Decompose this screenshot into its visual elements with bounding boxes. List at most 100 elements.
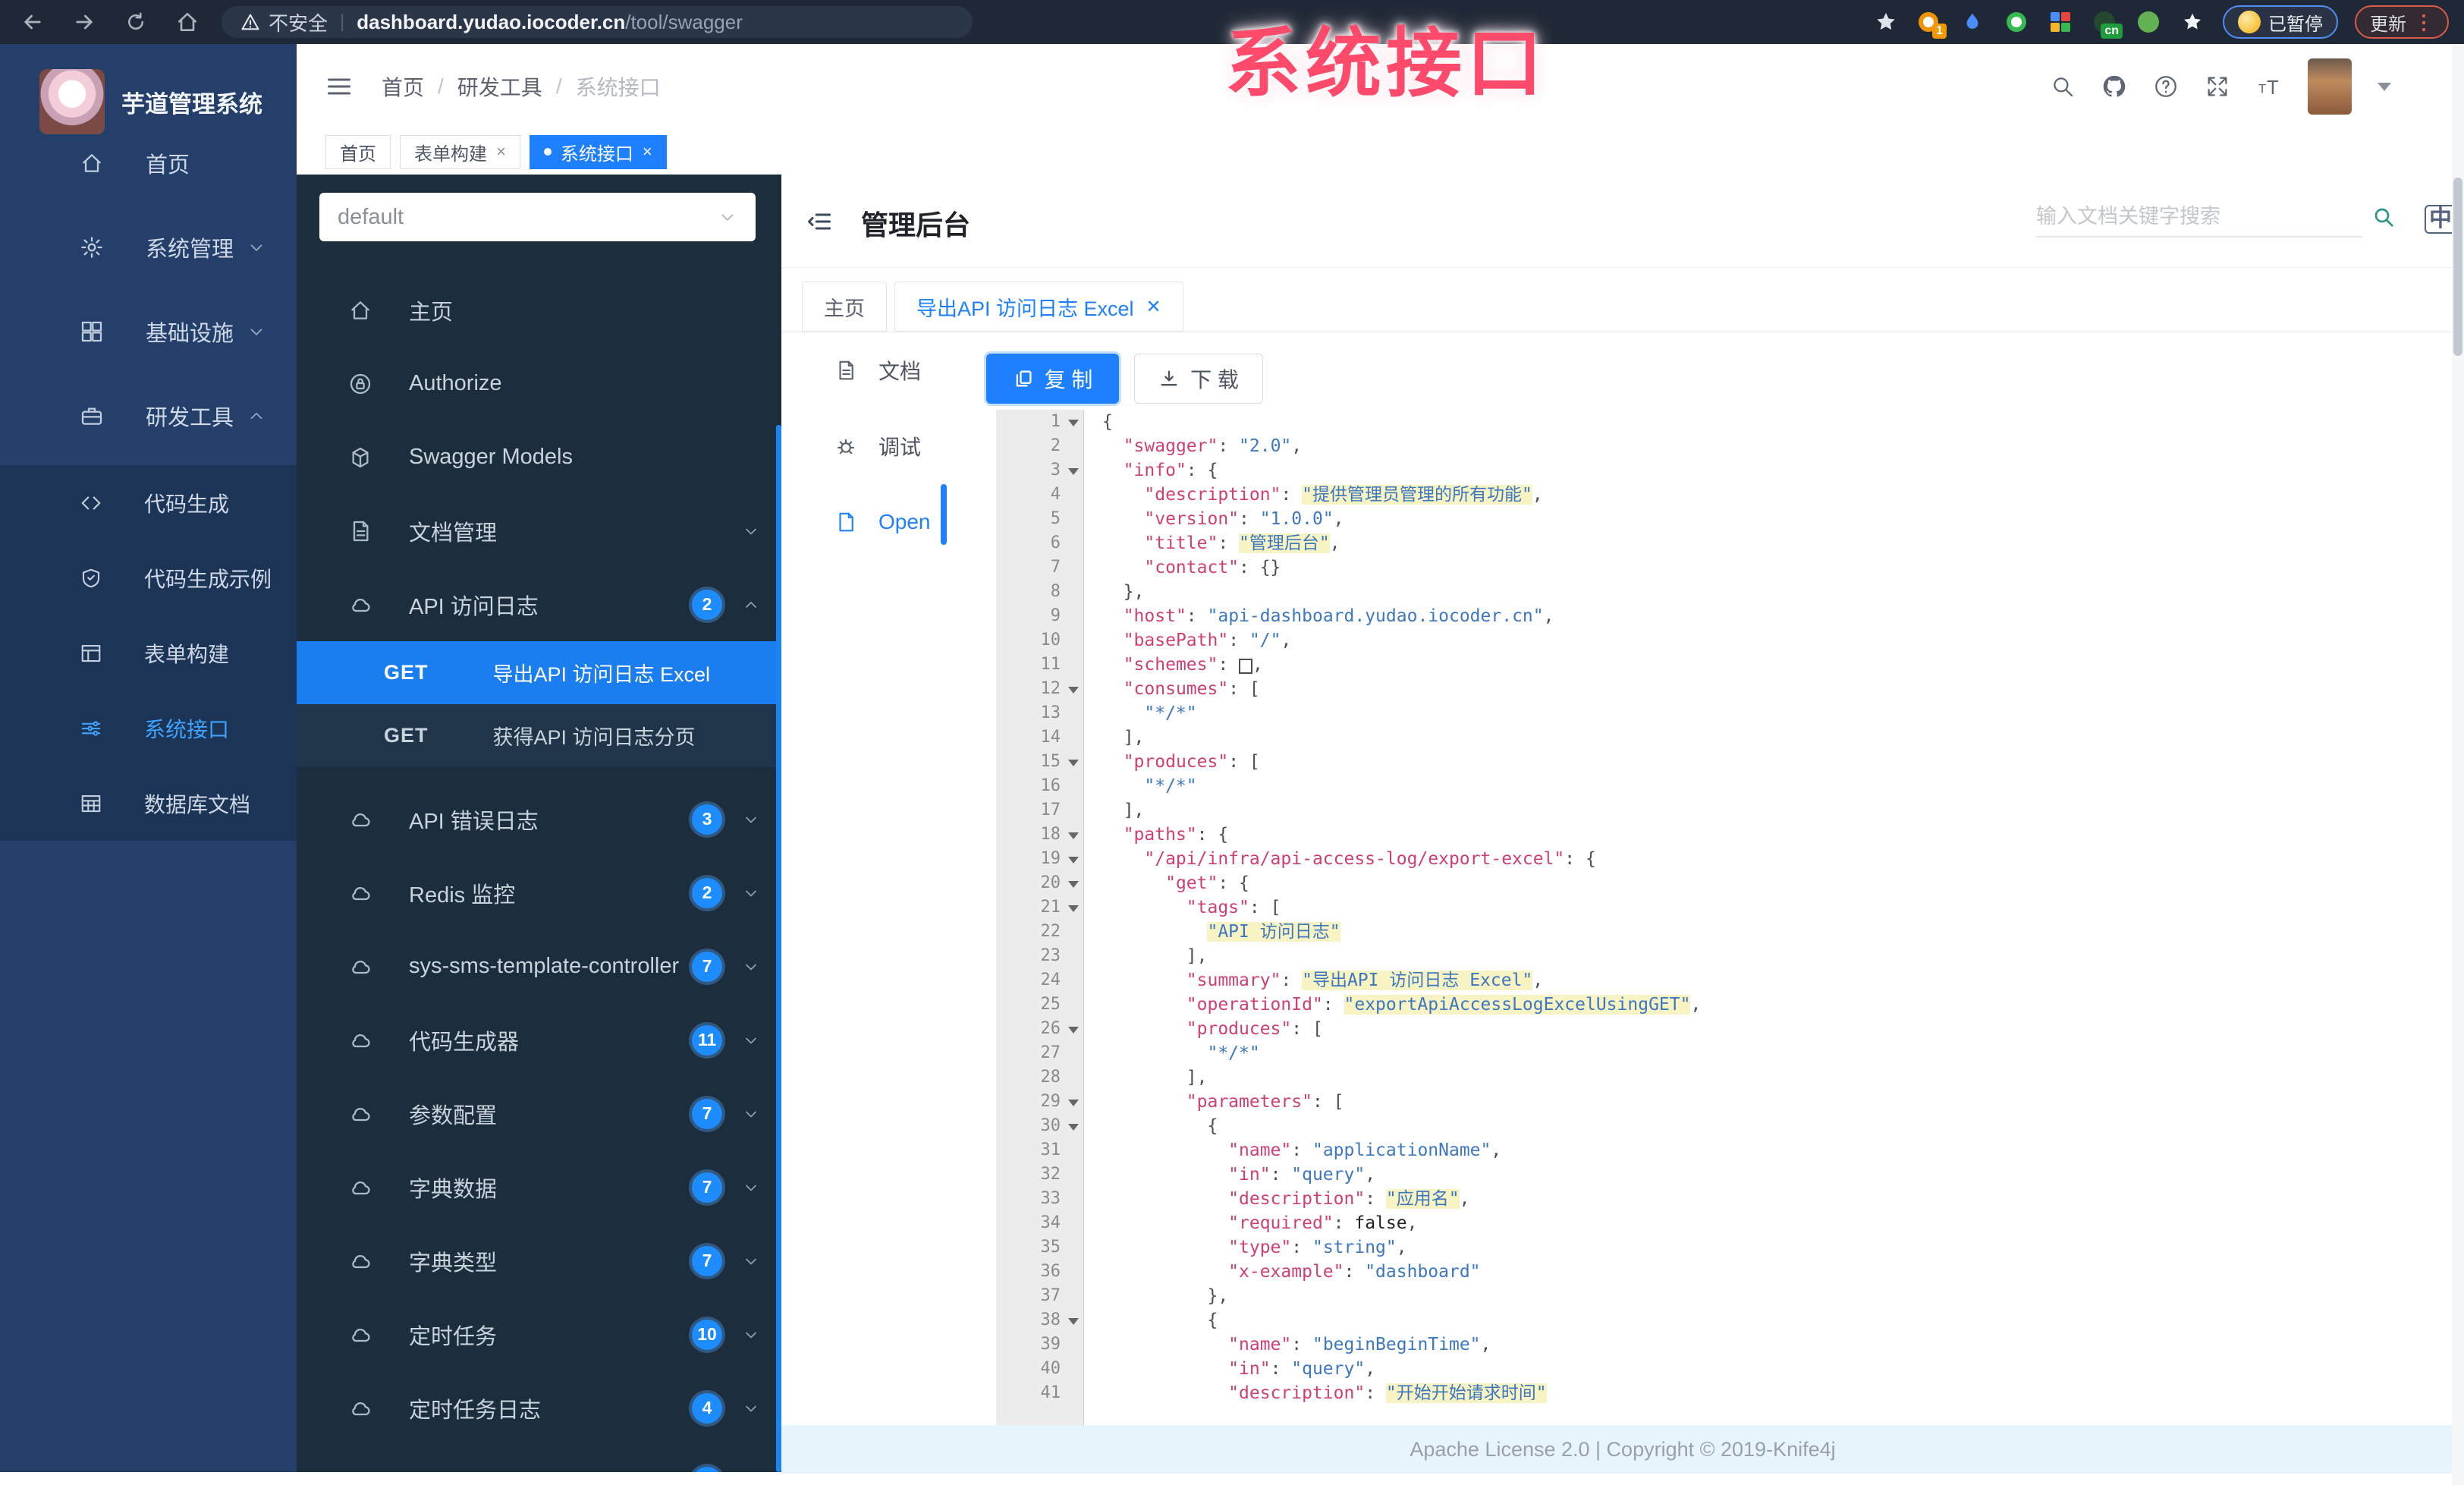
api-operation-导出API 访问日志 Excel[interactable]: GET 导出API 访问日志 Excel — [297, 641, 781, 704]
fold-caret-icon[interactable] — [1068, 1100, 1079, 1106]
doc-tabbar: 主页 导出API 访问日志 Excel ✕ — [781, 267, 2464, 332]
help-icon[interactable] — [2153, 74, 2179, 99]
doc-tab-导出API 访问日志 Excel[interactable]: 导出API 访问日志 Excel ✕ — [894, 282, 1183, 332]
address-bar[interactable]: 不安全 | dashboard.yudao.iocoder.cn /tool/s… — [222, 6, 973, 38]
api-group-岗位[interactable]: 岗位7 — [297, 1445, 781, 1472]
sidebar-subitem-代码生成示例[interactable]: 代码生成示例 — [0, 540, 297, 615]
sidebar-item-系统管理[interactable]: 系统管理 — [0, 205, 297, 289]
json-editor[interactable]: 1 2 3 4 5 6 7 8 9 10 11 12 13 14 15 16 17 18 19 20 21 22 23 24 2… — [973, 410, 2452, 1425]
count-badge: 7 — [692, 951, 722, 982]
reload-icon[interactable] — [123, 9, 149, 35]
code-line: "tags": [ — [1186, 898, 1281, 917]
not-secure-warning-icon — [240, 11, 261, 33]
api-group-Authorize[interactable]: Authorize — [297, 347, 781, 420]
api-group-Redis 监控[interactable]: Redis 监控 2 — [297, 856, 781, 930]
api-group-sys-sms-template-controller[interactable]: sys-sms-template-controller 7 — [297, 930, 781, 1003]
forward-icon[interactable] — [71, 9, 97, 35]
sidebar-subitem-数据库文档[interactable]: 数据库文档 — [0, 766, 297, 841]
back-icon[interactable] — [20, 9, 46, 35]
sidebar-item-基础设施[interactable]: 基础设施 — [0, 289, 297, 373]
close-icon[interactable]: × — [643, 142, 652, 162]
close-icon[interactable]: ✕ — [1146, 296, 1161, 318]
api-group-定时任务日志[interactable]: 定时任务日志 4 — [297, 1371, 781, 1445]
breadcrumb-item[interactable]: 研发工具 — [457, 71, 542, 102]
api-group-字典数据[interactable]: 字典数据 7 — [297, 1150, 781, 1224]
search-icon[interactable] — [2050, 74, 2076, 99]
api-group-API 访问日志[interactable]: API 访问日志 2 — [297, 568, 781, 641]
doc-menu-文档[interactable]: 文档 — [781, 332, 971, 408]
close-icon[interactable]: × — [496, 142, 506, 162]
api-group-字典类型[interactable]: 字典类型 7 — [297, 1224, 781, 1298]
fold-caret-icon[interactable] — [1068, 1027, 1079, 1034]
fold-caret-icon[interactable] — [1068, 857, 1079, 864]
browser-menu-icon[interactable]: ⋮ — [2414, 11, 2434, 34]
view-tag-首页[interactable]: 首页 — [325, 134, 391, 169]
update-browser-button[interactable]: 更新 ⋮ — [2355, 5, 2449, 39]
fold-caret-icon[interactable] — [1068, 1318, 1079, 1325]
sidebar-collapse-icon[interactable] — [325, 73, 353, 100]
github-icon[interactable] — [2101, 74, 2127, 99]
copy-button[interactable]: 复 制 — [986, 354, 1119, 404]
group-select[interactable]: default — [319, 193, 756, 241]
view-tag-系统接口[interactable]: 系统接口 × — [529, 134, 667, 169]
extension-icon[interactable] — [2047, 8, 2074, 36]
api-group-主页[interactable]: 主页 — [297, 273, 781, 347]
breadcrumb-item[interactable]: 首页 — [382, 71, 424, 102]
fold-caret-icon[interactable] — [1068, 881, 1079, 888]
chevron-down-icon — [247, 322, 266, 341]
sidebar-subitem-表单构建[interactable]: 表单构建 — [0, 615, 297, 691]
api-group-参数配置[interactable]: 参数配置 7 — [297, 1077, 781, 1150]
view-tag-表单构建[interactable]: 表单构建 × — [400, 134, 520, 169]
api-operation-获得API 访问日志分页[interactable]: GET 获得API 访问日志分页 — [297, 704, 781, 767]
api-group-API 错误日志[interactable]: API 错误日志 3 — [297, 782, 781, 856]
page-scrollbar-thumb[interactable] — [2453, 178, 2462, 356]
extension-icon[interactable]: 1 — [1915, 8, 1947, 39]
extension-icon[interactable]: cn — [2091, 8, 2123, 39]
paused-extension-pill[interactable]: 已暂停 — [2223, 5, 2338, 39]
home-icon[interactable] — [174, 9, 200, 35]
user-avatar[interactable] — [2308, 58, 2352, 115]
font-size-icon[interactable]: TT — [2256, 74, 2282, 99]
fold-caret-icon[interactable] — [1068, 420, 1079, 426]
extension-icon[interactable] — [2135, 8, 2162, 36]
fold-caret-icon[interactable] — [1068, 687, 1079, 694]
doc-search-icon[interactable] — [2371, 205, 2396, 229]
bookmark-star-icon[interactable] — [1874, 10, 1898, 34]
sidebar-item-首页[interactable]: 首页 — [0, 121, 297, 205]
doc-left-menu: 文档 调试 Open — [781, 332, 971, 560]
api-group-文档管理[interactable]: 文档管理 — [297, 494, 781, 568]
api-sidebar-scrollbar[interactable] — [776, 425, 781, 1472]
cloud-icon — [348, 1323, 372, 1347]
extension-icon[interactable] — [1959, 8, 1986, 36]
api-group-定时任务[interactable]: 定时任务 10 — [297, 1298, 781, 1371]
fold-caret-icon[interactable] — [1068, 832, 1079, 839]
doc-search-input[interactable] — [2036, 197, 2362, 238]
sidebar-item-研发工具[interactable]: 研发工具 — [0, 373, 297, 458]
download-button[interactable]: 下 载 — [1134, 354, 1263, 404]
editor-code: { "swagger": "2.0", "info": { "descripti… — [1084, 410, 2452, 1425]
sidebar-subitem-系统接口[interactable]: 系统接口 — [0, 691, 297, 766]
code-line: "name": "beginBeginTime", — [1228, 1335, 1491, 1354]
fullscreen-icon[interactable] — [2205, 74, 2230, 99]
api-group-代码生成器[interactable]: 代码生成器 11 — [297, 1003, 781, 1077]
browser-nav — [0, 9, 200, 35]
fold-caret-icon[interactable] — [1068, 905, 1079, 912]
fold-caret-icon[interactable] — [1068, 1124, 1079, 1131]
doc-menu-调试[interactable]: 调试 — [781, 408, 971, 484]
api-group-Swagger Models[interactable]: Swagger Models — [297, 420, 781, 494]
page-scrollbar[interactable] — [2452, 44, 2464, 1485]
sidebar-subitem-代码生成[interactable]: 代码生成 — [0, 465, 297, 540]
doc-collapse-icon[interactable] — [806, 208, 833, 235]
extension-icon[interactable] — [2179, 8, 2206, 36]
gutter-line: 18 — [996, 823, 1083, 847]
editor-gutter: 1 2 3 4 5 6 7 8 9 10 11 12 13 14 15 16 17 18 19 20 21 22 23 24 2… — [996, 410, 1084, 1425]
code-line: "description": "提供管理员管理的所有功能", — [1144, 485, 1543, 505]
fold-caret-icon[interactable] — [1068, 760, 1079, 766]
gutter-line: 41 — [1040, 1383, 1061, 1402]
shield-icon — [80, 567, 102, 590]
doc-tab-主页[interactable]: 主页 — [802, 282, 887, 332]
user-menu-caret-icon[interactable] — [2378, 82, 2391, 91]
fold-caret-icon[interactable] — [1068, 468, 1079, 475]
extension-icon[interactable] — [2003, 8, 2030, 36]
gutter-line: 1 — [996, 410, 1083, 434]
